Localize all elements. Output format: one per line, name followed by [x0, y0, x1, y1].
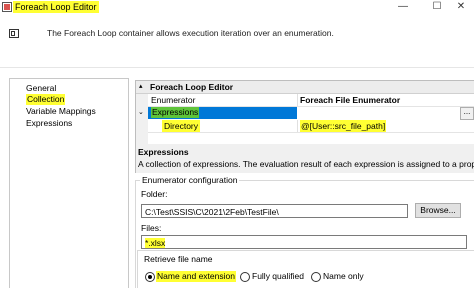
radio-fully-qualified[interactable]: [240, 272, 250, 282]
folder-label: Folder:: [141, 189, 168, 199]
nav-item-collection[interactable]: Collection: [26, 94, 66, 105]
nav-item-general[interactable]: General: [26, 83, 56, 94]
enumerator-config-title: Enumerator configuration: [140, 175, 240, 185]
editor-nav: General Collection Variable Mappings Exp…: [9, 78, 129, 288]
grid-row-name: Enumerator: [151, 95, 196, 105]
expand-icon[interactable]: ⌄: [138, 107, 146, 118]
minimize-button[interactable]: —: [390, 0, 416, 14]
grid-header: ▴ Foreach Loop Editor: [136, 81, 474, 94]
grid-row-name: Expressions: [151, 107, 200, 118]
ellipsis-button[interactable]: ...: [460, 107, 474, 120]
close-button[interactable]: ✕: [448, 0, 474, 14]
radio-label-fully-qualified[interactable]: Fully qualified: [252, 271, 304, 282]
radio-name-only[interactable]: [311, 272, 321, 282]
property-description-text: A collection of expressions. The evaluat…: [138, 159, 474, 169]
property-description-panel: Expressions A collection of expressions.…: [135, 144, 474, 173]
grid-row-expressions[interactable]: Expressions ...: [148, 107, 474, 120]
collapse-icon[interactable]: ▴: [139, 81, 143, 93]
grid-header-title: Foreach Loop Editor: [150, 82, 234, 92]
files-input[interactable]: *.xlsx: [141, 235, 467, 249]
grid-row-name: Directory: [162, 120, 201, 132]
radio-label-name-only[interactable]: Name only: [323, 271, 364, 282]
retrieve-file-name-title: Retrieve file name: [144, 254, 213, 264]
app-icon: [2, 2, 12, 12]
radio-name-and-extension[interactable]: [145, 272, 155, 282]
grid-row-value: @[User::src_file_path]: [300, 120, 387, 132]
grid-row-value: Foreach File Enumerator: [300, 95, 401, 105]
editor-description: The Foreach Loop container allows execut…: [47, 28, 334, 38]
divider: [0, 67, 474, 68]
browse-button[interactable]: Browse...: [415, 203, 461, 218]
grid-row-enumerator[interactable]: Enumerator Foreach File Enumerator: [148, 94, 474, 107]
nav-item-variable-mappings[interactable]: Variable Mappings: [26, 106, 96, 117]
loop-icon: [9, 29, 19, 38]
radio-label-name-and-extension[interactable]: Name and extension: [156, 271, 236, 282]
files-value: *.xlsx: [145, 238, 166, 248]
files-label: Files:: [141, 223, 162, 233]
grid-row-directory[interactable]: Directory @[User::src_file_path]: [148, 120, 474, 133]
property-description-title: Expressions: [138, 147, 189, 157]
property-grid: ▴ Foreach Loop Editor Enumerator Foreach…: [135, 80, 474, 146]
window-title: Foreach Loop Editor: [13, 1, 99, 13]
maximize-button[interactable]: ☐: [424, 0, 450, 14]
folder-input[interactable]: C:\Test\SSIS\C\2021\2Feb\TestFile\: [141, 204, 408, 218]
grid-gutter: [136, 94, 148, 145]
nav-item-expressions[interactable]: Expressions: [26, 118, 72, 129]
